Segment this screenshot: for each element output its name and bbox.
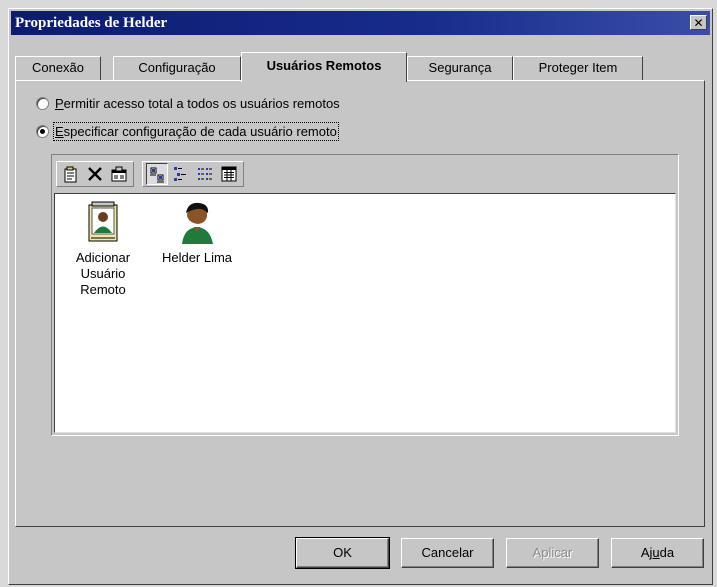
apply-button[interactable]: Aplicar — [506, 538, 599, 568]
delete-icon — [88, 167, 102, 181]
per-user-label: Especificar configuração de cada usuário… — [53, 121, 339, 141]
add-remote-user-icon — [88, 201, 118, 242]
delete-button[interactable] — [84, 163, 106, 185]
cancel-button[interactable]: Cancelar — [401, 538, 494, 568]
tab-conexao[interactable]: Conexão — [15, 56, 101, 80]
small-icons-view-button[interactable] — [170, 163, 192, 185]
window-title: Propriedades de Helder — [15, 15, 168, 31]
large-icons-view-button[interactable] — [146, 163, 168, 185]
small-icons-view-icon — [174, 167, 186, 181]
tab-proteger-item[interactable]: Proteger Item — [513, 56, 643, 80]
per-user-radio[interactable] — [36, 124, 49, 138]
details-view-icon — [221, 166, 237, 182]
edit-toolbar-group — [56, 161, 134, 187]
list-item-label: Adicionar Usuário Remoto — [75, 250, 131, 297]
title-bar: Propriedades de Helder ✕ — [11, 11, 710, 35]
list-toolbar — [56, 160, 252, 188]
close-button[interactable]: ✕ — [690, 15, 707, 30]
list-item-add-remote-user[interactable]: Adicionar Usuário Remoto — [63, 200, 143, 298]
list-item-label: Helder Lima — [161, 250, 233, 265]
full-access-option[interactable]: Permitir acesso total a todos os usuário… — [36, 94, 340, 112]
new-icon — [64, 166, 77, 183]
view-toolbar-group — [142, 161, 244, 187]
tab-configuracao[interactable]: Configuração — [113, 56, 241, 80]
properties-button[interactable] — [108, 163, 130, 185]
new-button[interactable] — [60, 163, 82, 185]
large-icons-view-icon — [150, 167, 164, 183]
list-view-button[interactable] — [194, 163, 216, 185]
dialog-buttons: OK Cancelar Aplicar Ajuda — [0, 537, 717, 569]
list-view-icon — [198, 168, 212, 180]
help-button[interactable]: Ajuda — [611, 538, 704, 568]
tab-seguranca[interactable]: Segurança — [407, 56, 513, 80]
tab-usuarios-remotos[interactable]: Usuários Remotos — [241, 52, 407, 82]
per-user-option[interactable]: Especificar configuração de cada usuário… — [36, 121, 339, 141]
properties-icon — [111, 166, 127, 182]
usuarios-remotos-panel: Permitir acesso total a todos os usuário… — [15, 80, 705, 527]
full-access-label: Permitir acesso total a todos os usuário… — [55, 95, 340, 111]
list-item-helder-lima[interactable]: Helder Lima — [157, 200, 237, 266]
close-icon: ✕ — [693, 16, 704, 30]
ok-button[interactable]: OK — [295, 537, 390, 569]
details-view-button[interactable] — [218, 163, 240, 185]
remote-users-frame: Adicionar Usuário Remoto Helder Lima — [51, 154, 679, 436]
full-access-radio[interactable] — [36, 96, 49, 110]
remote-users-list[interactable]: Adicionar Usuário Remoto Helder Lima — [54, 193, 676, 433]
user-icon — [182, 202, 213, 244]
